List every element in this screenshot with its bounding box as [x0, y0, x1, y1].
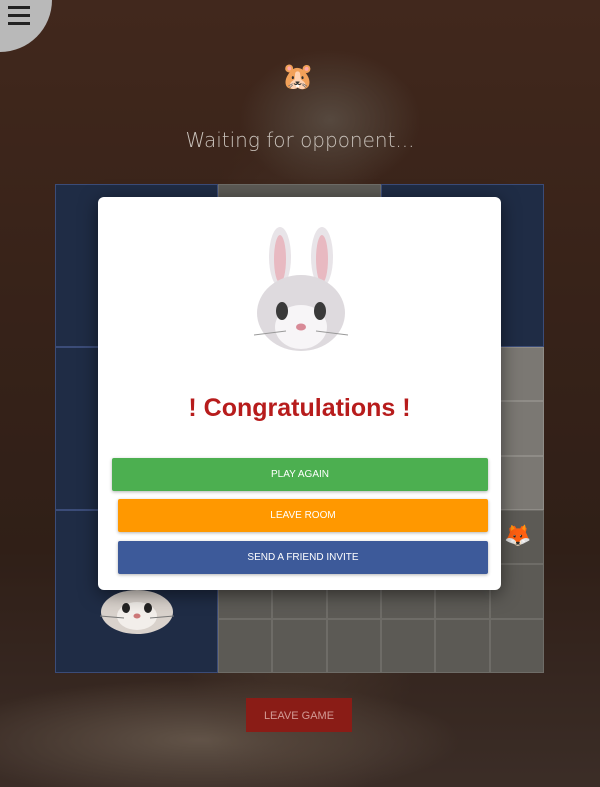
leave-game-button[interactable]: LEAVE GAME [246, 698, 352, 732]
board-cell[interactable] [490, 619, 544, 673]
board-cell[interactable] [381, 619, 435, 673]
leave-room-button[interactable]: LEAVE ROOM [118, 499, 488, 532]
fox-token-icon: 🦊 [504, 522, 532, 547]
board-cell[interactable] [218, 619, 272, 673]
play-again-button[interactable]: PLAY AGAIN [112, 458, 488, 491]
waiting-status: Waiting for opponent... [185, 128, 415, 152]
win-dialog: ! Congratulations ! PLAY AGAIN LEAVE ROO… [98, 197, 501, 590]
opponent-hamster-icon: 🐹 [281, 61, 315, 91]
hamburger-menu-icon [8, 6, 30, 30]
rabbit-face-icon [253, 227, 349, 351]
congratulations-title: ! Congratulations ! [188, 394, 411, 422]
board-cell[interactable] [272, 619, 327, 673]
board-cell[interactable] [327, 619, 381, 673]
send-friend-invite-button[interactable]: SEND A FRIEND INVITE [118, 541, 488, 574]
board-cell[interactable] [435, 619, 490, 673]
hamster-token-icon [99, 590, 175, 634]
